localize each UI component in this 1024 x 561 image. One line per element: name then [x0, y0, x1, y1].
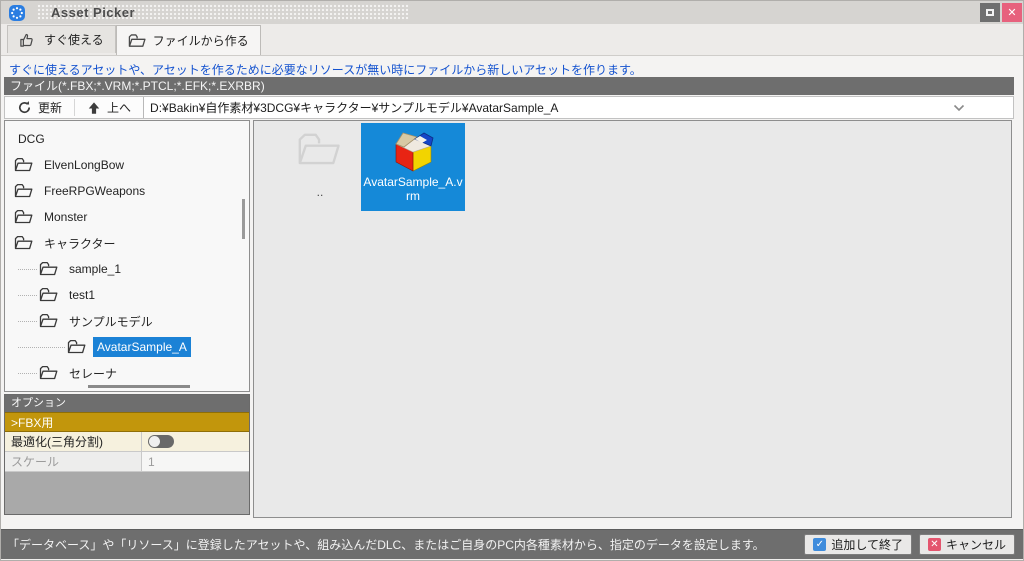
toggle-knob: [149, 436, 160, 447]
close-button[interactable]: ✕: [1002, 3, 1022, 22]
parent-folder-tile[interactable]: ..: [268, 123, 372, 211]
confirm-button[interactable]: ✓ 追加して終了: [804, 534, 912, 555]
confirm-label: 追加して終了: [831, 536, 903, 553]
parent-folder-label: ..: [315, 185, 326, 199]
option-label: スケール: [5, 452, 142, 471]
description-text: すぐに使えるアセットや、アセットを作るために必要なリソースが無い時にファイルから…: [9, 61, 642, 78]
path-text: D:¥Bakin¥自作素材¥3DCG¥キャラクター¥サンプルモデル¥Avatar…: [150, 99, 558, 116]
tree-horizontal-scrollbar[interactable]: [88, 385, 190, 388]
close-icon: ✕: [1007, 6, 1016, 19]
tree-item-label: セレーナ: [65, 362, 121, 385]
tree-connector: [18, 373, 37, 374]
tree-connector: [18, 269, 37, 270]
refresh-label: 更新: [38, 99, 62, 116]
tree-item[interactable]: FreeRPGWeapons: [5, 178, 249, 204]
tree-item-selected[interactable]: AvatarSample_A: [5, 334, 249, 360]
tree-item[interactable]: ElvenLongBow: [5, 152, 249, 178]
tree-connector: [18, 295, 37, 296]
tab-create-from-file[interactable]: ファイルから作る: [116, 25, 261, 55]
tree-item[interactable]: キャラクター: [5, 230, 249, 256]
tree-item-label: キャラクター: [40, 232, 120, 255]
folder-icon: [128, 33, 147, 49]
folder-icon: [39, 313, 59, 329]
tree-item-label: FreeRPGWeapons: [40, 181, 149, 201]
tree-item-label: DCG: [14, 129, 49, 149]
folder-icon: [67, 339, 87, 355]
folder-tree: DCG ElvenLongBow FreeRPGWeapons Monster …: [4, 120, 250, 392]
tab-label: ファイルから作る: [153, 32, 249, 49]
option-row-scale: スケール 1: [5, 452, 249, 472]
folder-icon: [14, 209, 34, 225]
folder-icon: [39, 287, 59, 303]
tab-ready-to-use[interactable]: すぐ使える: [7, 25, 116, 53]
file-label: AvatarSample_A.vrm: [361, 175, 465, 203]
folder-icon: [14, 235, 34, 251]
file-tile-selected[interactable]: AvatarSample_A.vrm: [361, 123, 465, 211]
options-panel: オプション >FBX用 最適化(三角分割) スケール 1: [4, 394, 250, 515]
option-row-optimize: 最適化(三角分割): [5, 432, 249, 452]
tree-connector: [18, 347, 65, 348]
up-arrow-icon: [87, 101, 101, 115]
path-combobox[interactable]: D:¥Bakin¥自作素材¥3DCG¥キャラクター¥サンプルモデル¥Avatar…: [143, 97, 1013, 118]
folder-icon: [14, 183, 34, 199]
tree-item-label: test1: [65, 285, 99, 305]
tree-item[interactable]: Monster: [5, 204, 249, 230]
cancel-button[interactable]: ✕ キャンセル: [919, 534, 1015, 555]
title-bar: Asset Picker ✕: [1, 1, 1024, 24]
checkmark-icon: ✓: [813, 538, 826, 551]
tree-connector: [18, 321, 37, 322]
status-bar: 「データベース」や「リソース」に登録したアセットや、組み込んだDLC、またはご自…: [1, 529, 1024, 559]
tree-item-label: sample_1: [65, 259, 125, 279]
content-area: すぐに使えるアセットや、アセットを作るために必要なリソースが無い時にファイルから…: [1, 56, 1024, 529]
tree-item-root[interactable]: DCG: [5, 126, 249, 152]
options-group-fbx[interactable]: >FBX用: [5, 412, 249, 432]
refresh-button[interactable]: 更新: [5, 97, 74, 118]
bakin-logo-icon: [9, 5, 25, 21]
tree-item-label: ElvenLongBow: [40, 155, 128, 175]
asset-picker-window: Asset Picker ✕ すぐ使える ファイルから作る すぐに使える: [0, 0, 1024, 561]
status-message: 「データベース」や「リソース」に登録したアセットや、組み込んだDLC、またはご自…: [1, 536, 804, 553]
tree-item-label: AvatarSample_A: [93, 337, 191, 357]
tree-item[interactable]: test1: [5, 282, 249, 308]
thumbs-up-icon: [19, 32, 38, 48]
tab-label: すぐ使える: [44, 31, 104, 48]
cancel-label: キャンセル: [946, 536, 1006, 553]
vrm-file-icon: [389, 131, 437, 173]
chevron-down-icon: [953, 104, 965, 112]
window-title: Asset Picker: [37, 5, 135, 20]
title-pattern: Asset Picker: [37, 4, 409, 21]
maximize-button[interactable]: [980, 3, 1000, 22]
file-filter-bar: ファイル(*.FBX;*.VRM;*.PTCL;*.EFK;*.EXRBR): [4, 77, 1014, 95]
maximize-icon: [986, 9, 994, 16]
file-browser: .. AvatarSample_A.vrm: [253, 120, 1012, 518]
tree-item[interactable]: サンプルモデル: [5, 308, 249, 334]
refresh-icon: [17, 100, 32, 115]
tree-item[interactable]: セレーナ: [5, 360, 249, 386]
tree-item[interactable]: sample_1: [5, 256, 249, 282]
folder-icon: [39, 365, 59, 381]
options-header: オプション: [5, 395, 249, 412]
tree-vertical-scrollbar[interactable]: [242, 199, 245, 239]
optimize-toggle[interactable]: [148, 435, 174, 448]
folder-icon: [14, 157, 34, 173]
tree-item-label: Monster: [40, 207, 91, 227]
tree-item-label: サンプルモデル: [65, 310, 157, 333]
folder-up-icon: [296, 131, 344, 169]
x-icon: ✕: [928, 538, 941, 551]
folder-icon: [39, 261, 59, 277]
up-label: 上へ: [107, 99, 131, 116]
option-label: 最適化(三角分割): [5, 432, 142, 451]
scale-value[interactable]: 1: [142, 452, 249, 471]
up-button[interactable]: 上へ: [75, 97, 143, 118]
toolbar: 更新 上へ D:¥Bakin¥自作素材¥3DCG¥キャラクター¥サンプルモデル¥…: [4, 96, 1014, 119]
tab-bar: すぐ使える ファイルから作る: [1, 24, 1024, 56]
